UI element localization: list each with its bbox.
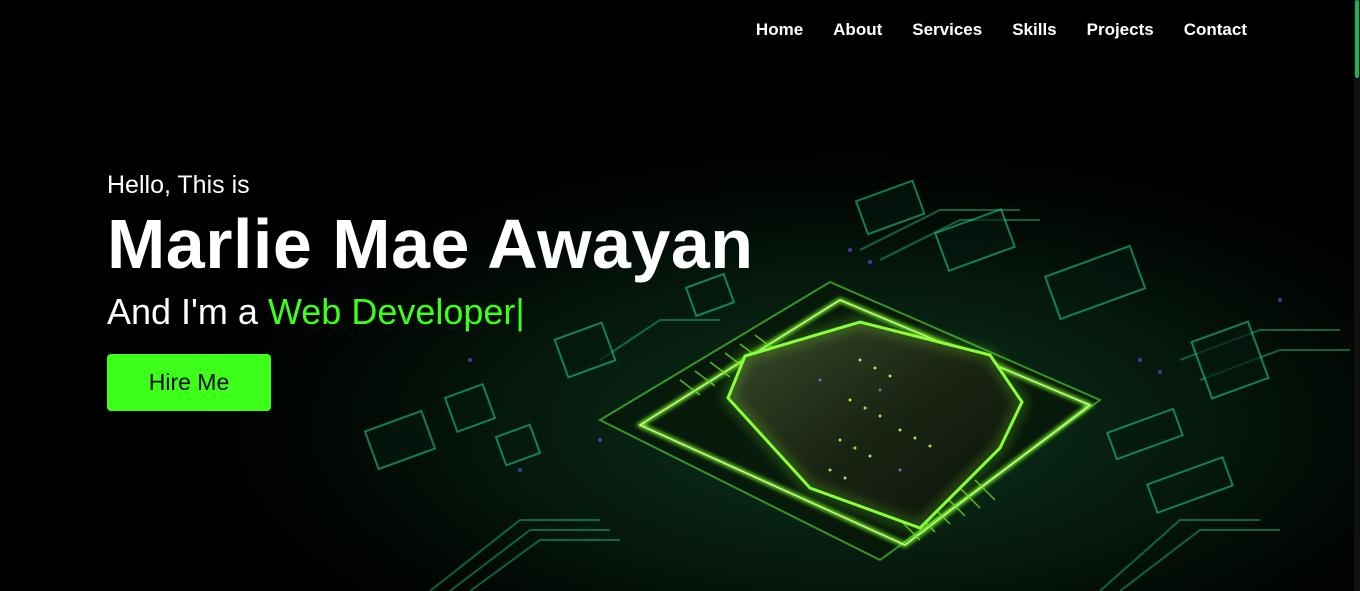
hero-greeting: Hello, This is: [107, 171, 250, 199]
main-nav: Home About Services Skills Projects Cont…: [756, 20, 1247, 40]
hero-role: And I'm a Web Developer|: [107, 290, 754, 334]
hero-section: Hello, This is Marlie Mae Awayan And I'm…: [107, 168, 754, 411]
nav-services-link[interactable]: Services: [912, 20, 982, 40]
nav-skills-link[interactable]: Skills: [1012, 20, 1056, 40]
scrollbar-thumb[interactable]: [1355, 0, 1359, 78]
nav-projects-link[interactable]: Projects: [1087, 20, 1154, 40]
role-highlight: Web Developer: [267, 291, 516, 332]
nav-about-link[interactable]: About: [833, 20, 882, 40]
typing-cursor: |: [515, 291, 525, 332]
role-prefix: And I'm a: [107, 291, 268, 332]
hire-me-button[interactable]: Hire Me: [107, 354, 271, 411]
hero-page: Home About Services Skills Projects Cont…: [0, 0, 1360, 591]
page-scrollbar[interactable]: [1354, 0, 1360, 591]
nav-contact-link[interactable]: Contact: [1184, 20, 1247, 40]
hero-name: Marlie Mae Awayan: [107, 205, 754, 283]
nav-home-link[interactable]: Home: [756, 20, 803, 40]
